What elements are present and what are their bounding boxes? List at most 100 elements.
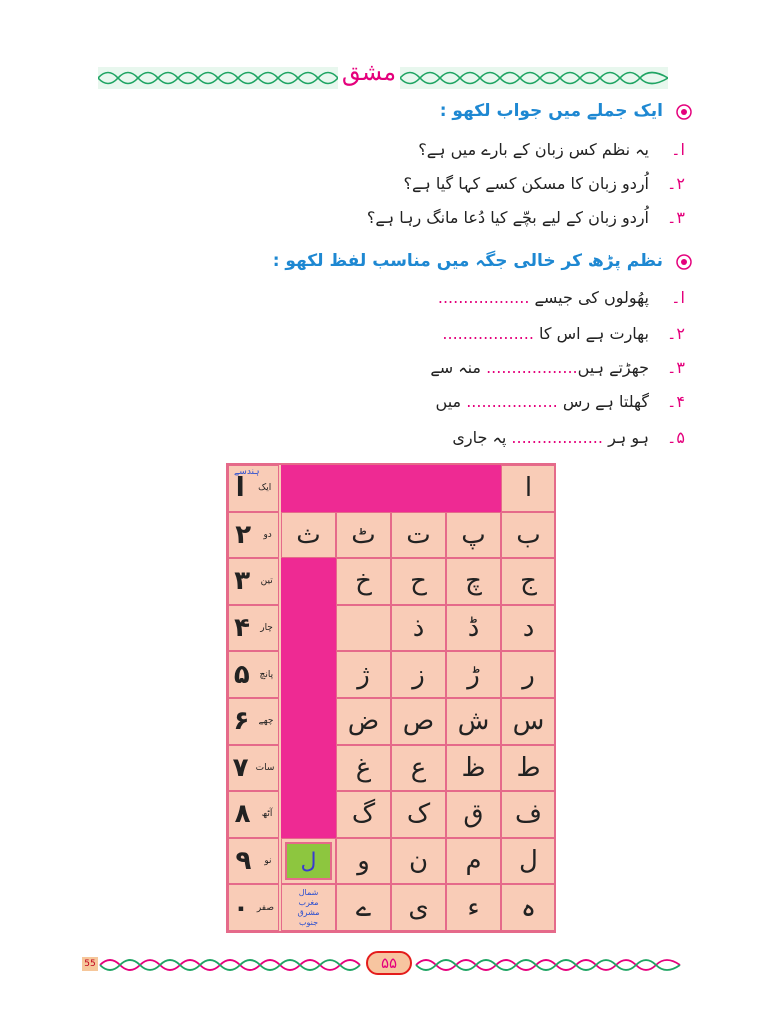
section2-heading: نظم پڑھ کر خالی جگہ میں مناسب لفظ لکھو : [272, 251, 663, 271]
section1-heading: ایک جملے میں جواب لکھو : [439, 101, 663, 121]
letter-cell: ز [391, 651, 446, 698]
letter-cell: م [446, 837, 501, 885]
number-digit: ا [235, 473, 245, 504]
number-cell: ۸ آٹھ [228, 791, 279, 838]
number-cell: ۰ صفر [228, 884, 279, 931]
question-number: ۲۔ [667, 174, 685, 193]
number-word: نو [264, 856, 272, 867]
blank-line[interactable]: .................. [438, 288, 530, 307]
number-cell: ۵ پانچ [228, 651, 279, 698]
letter-cell: ل [501, 837, 556, 885]
compass-directions: شمال مغرب مشرق جنوب [281, 884, 336, 931]
letter-cell: ق [446, 791, 501, 838]
blank-line[interactable]: .................. [486, 358, 578, 377]
number-word: چھے [258, 716, 274, 727]
number-cell: ۲ دو [228, 511, 279, 559]
question-number: ا۔ [671, 140, 685, 159]
item-text: گھلتا ہے رس [562, 392, 649, 411]
number-digit: ۳ [234, 566, 251, 597]
letter-cell: ک [391, 791, 446, 838]
compass-label: جنوب [298, 917, 319, 927]
number-word: تین [260, 576, 273, 587]
blank-item-4: ۴۔ گھلتا ہے رس .................. میں [436, 392, 685, 411]
decorative-border-left [98, 67, 338, 89]
number-word: دو [263, 529, 272, 540]
letter-cell: ع [391, 744, 446, 792]
compass-label: مشرق [297, 907, 320, 917]
pink-block-top [281, 465, 501, 512]
blank-line[interactable]: .................. [466, 392, 558, 411]
letter-cell: ہ [501, 884, 556, 931]
letter-cell: ا [501, 465, 556, 512]
number-digit: ۴ [234, 613, 250, 644]
number-cell: ۳ تین [228, 558, 279, 605]
number-cell: ۶ چھے [228, 698, 279, 745]
number-digit: ۰ [232, 892, 249, 923]
flower-bullet-icon [676, 104, 692, 120]
letter-cell: ڈ [446, 604, 501, 652]
letter-cell: چ [446, 558, 501, 605]
item-text-after: میں [435, 392, 462, 411]
number-word: سات [255, 762, 275, 773]
item-number: ۴۔ [667, 392, 685, 411]
highlighted-letter-cell: ل [285, 841, 332, 881]
number-digit: ۵ [233, 659, 250, 690]
decorative-border-right [400, 67, 668, 89]
letter-cell: ظ [446, 744, 501, 792]
letter-cell: س [501, 698, 556, 745]
blank-line[interactable]: .................. [511, 428, 603, 447]
letter-cell: ب [501, 511, 556, 559]
question-1: ا۔ یہ نظم کس زبان کے بارے میں ہے؟ [418, 140, 685, 159]
letter-cell: ٹ [336, 511, 391, 559]
item-number: ۲۔ [667, 324, 685, 343]
question-text: یہ نظم کس زبان کے بارے میں ہے؟ [418, 140, 649, 159]
letter-cell: ج [501, 558, 556, 605]
letter-cell: ذ [391, 604, 446, 652]
page-number: ۵۵ [366, 951, 412, 975]
letter-cell: ڑ [446, 651, 501, 698]
letter-cell [336, 604, 391, 652]
letter-cell: ض [336, 698, 391, 745]
letter-cell: ژ [336, 651, 391, 698]
alphabet-grid: ا ا ایک ب پ ت ٹ ث ۲ دو ج چ ح خ ۳ تین د ڈ ذ ۴ چار ر ڑ ز ژ ۵ پانچ س ش ص… [226, 463, 556, 933]
blank-item-2: ۲۔ بھارت ہے اس کا .................. [442, 324, 685, 343]
page-number-small: 55 [82, 957, 98, 971]
item-text: جھڑتے ہیں [577, 358, 649, 377]
number-word: صفر [256, 902, 274, 913]
number-digit: ۷ [232, 752, 249, 783]
flower-bullet-icon [676, 254, 692, 270]
letter-cell: ے [336, 884, 391, 931]
letter-cell: ن [391, 837, 446, 885]
letter-cell: ی [391, 884, 446, 931]
letter-cell: پ [446, 511, 501, 559]
question-2: ۲۔ اُردو زبان کا مسکن کسے کہا گیا ہے؟ [404, 174, 685, 193]
number-word: آٹھ [261, 809, 273, 820]
letter-cell: غ [336, 744, 391, 792]
item-text-after: منہ سے [430, 358, 481, 377]
question-3: ۳۔ اُردو زبان کے لیے بچّے کیا دُعا مانگ ر… [367, 208, 685, 227]
item-number: ۵۔ [667, 428, 685, 447]
question-text: اُردو زبان کے لیے بچّے کیا دُعا مانگ رہا… [366, 208, 649, 227]
compass-label: شمال [298, 887, 319, 897]
blank-item-3: ۳۔ جھڑتے ہیں.................. منہ سے [430, 358, 685, 377]
highlighted-letter: ل [300, 848, 317, 874]
blank-line[interactable]: .................. [442, 324, 534, 343]
number-cell: ۴ چار [228, 604, 279, 652]
letter-cell: ت [391, 511, 446, 559]
letter-cell: گ [336, 791, 391, 838]
number-digit: ۲ [235, 519, 252, 550]
item-text: پھُولوں کی جیسے [534, 288, 649, 307]
letter-cell: ث [281, 511, 336, 559]
number-cell: ۷ سات [228, 744, 279, 792]
letter-cell: ط [501, 744, 556, 792]
blank-item-5: ۵۔ ہو ہر .................. پہ جاری [452, 428, 685, 447]
exercise-title: مشق [341, 58, 397, 86]
question-text: اُردو زبان کا مسکن کسے کہا گیا ہے؟ [403, 174, 649, 193]
letter-cell: ف [501, 791, 556, 838]
item-text: ہو ہر [608, 428, 649, 447]
item-number: ا۔ [671, 288, 685, 307]
number-digit: ۹ [235, 846, 252, 877]
number-digit: ۶ [233, 706, 250, 737]
number-word: پانچ [259, 669, 274, 680]
letter-cell: ص [391, 698, 446, 745]
